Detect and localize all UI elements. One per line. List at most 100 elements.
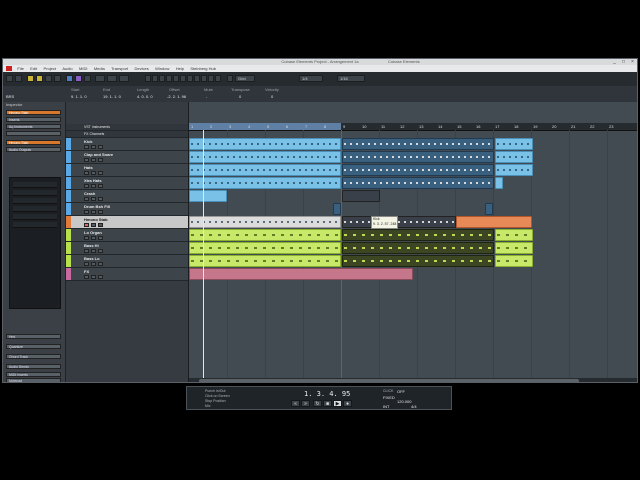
clip-lo-organ[interactable] bbox=[342, 229, 494, 241]
record-enable-button[interactable] bbox=[98, 171, 103, 175]
clip-xtra-hats[interactable] bbox=[495, 177, 503, 189]
inspector-inserts[interactable]: Inserts bbox=[6, 117, 61, 122]
tempo-button[interactable] bbox=[66, 75, 73, 82]
mute-tool[interactable] bbox=[180, 75, 186, 82]
mute-button[interactable] bbox=[84, 184, 89, 188]
clip-xtra-hats[interactable] bbox=[189, 177, 341, 189]
mute-button[interactable] bbox=[84, 236, 89, 240]
click-value[interactable]: OFF bbox=[397, 389, 405, 394]
solo-button[interactable] bbox=[91, 223, 96, 227]
record-transport-button[interactable]: ● bbox=[343, 400, 352, 407]
info-start-value[interactable]: 9. 1. 1. 0 bbox=[71, 94, 87, 99]
grid-type-select[interactable]: 1/4 bbox=[299, 75, 323, 82]
mute-button[interactable] bbox=[84, 223, 89, 227]
record-enable-button[interactable] bbox=[98, 197, 103, 201]
record-button[interactable] bbox=[119, 75, 129, 82]
constrain-delay-button[interactable] bbox=[15, 75, 22, 82]
clip-hats[interactable] bbox=[189, 164, 341, 176]
track-fx[interactable]: FX bbox=[66, 268, 188, 281]
mute-button[interactable] bbox=[84, 210, 89, 214]
record-enable-button[interactable] bbox=[98, 145, 103, 149]
solo-button[interactable] bbox=[91, 210, 96, 214]
track-xtra-hats[interactable]: Xtra Hats bbox=[66, 177, 188, 190]
horizontal-scrollbar[interactable] bbox=[189, 378, 637, 382]
snap-mode-select[interactable]: Grid bbox=[235, 75, 255, 82]
mute-button[interactable] bbox=[84, 197, 89, 201]
clip-kick[interactable] bbox=[189, 138, 341, 150]
inspector-empty-slot[interactable] bbox=[6, 131, 61, 136]
track-bass-lo[interactable]: Bass Lo bbox=[66, 255, 188, 268]
insert-slot[interactable] bbox=[13, 190, 57, 196]
clip-kick[interactable] bbox=[342, 138, 494, 150]
zoom-tool[interactable] bbox=[173, 75, 179, 82]
solo-button[interactable] bbox=[91, 184, 96, 188]
marker-button[interactable] bbox=[36, 75, 43, 82]
solo-button[interactable] bbox=[91, 275, 96, 279]
mute-button[interactable] bbox=[84, 275, 89, 279]
inspector-section-quantize[interactable]: Quantize bbox=[6, 344, 61, 349]
rewind-button[interactable]: « bbox=[291, 400, 300, 407]
split-tool[interactable] bbox=[152, 75, 158, 82]
clip-lo-organ[interactable] bbox=[495, 229, 533, 241]
quantize-select[interactable]: 1/16 bbox=[337, 75, 365, 82]
transport-time-display[interactable]: 1. 3. 4. 95 bbox=[304, 390, 350, 398]
menu-audio[interactable]: Audio bbox=[62, 65, 72, 72]
insert-slot[interactable] bbox=[13, 198, 57, 204]
record-enable-button[interactable] bbox=[98, 249, 103, 253]
info-transpose-value[interactable]: 0 bbox=[239, 94, 241, 99]
track-kick[interactable]: Kick bbox=[66, 138, 188, 151]
track-hmono-stab[interactable]: Hmono Stab bbox=[66, 216, 188, 229]
inspector-section-midi-inserts[interactable]: MIDI Inserts bbox=[6, 372, 61, 377]
solo-button[interactable] bbox=[91, 145, 96, 149]
solo-button[interactable] bbox=[91, 249, 96, 253]
record-enable-button[interactable] bbox=[98, 210, 103, 214]
transport-stop-position-label[interactable]: Stop Position bbox=[205, 399, 226, 403]
clip-bass-hi[interactable] bbox=[189, 242, 341, 254]
menu-project[interactable]: Project bbox=[44, 65, 56, 72]
clip-hats[interactable] bbox=[342, 164, 494, 176]
info-offset-value[interactable]: -2. 2. 1. 96 bbox=[167, 94, 186, 99]
transport-mix-label[interactable]: Mix bbox=[205, 404, 210, 408]
sync-value[interactable]: INT bbox=[383, 404, 389, 409]
inspector-section-chord-track[interactable]: Chord Track bbox=[6, 354, 61, 359]
record-enable-button[interactable] bbox=[98, 223, 103, 227]
clip-bass-lo[interactable] bbox=[189, 255, 341, 267]
timeline-ruler[interactable]: 1 2 3 4 5 6 7 8 9 10 11 12 13 14 15 16 1… bbox=[189, 123, 637, 131]
automation-mode-button[interactable] bbox=[27, 75, 34, 82]
insert-slot[interactable] bbox=[13, 214, 57, 220]
object-selection-tool[interactable] bbox=[145, 75, 151, 82]
insert-slot[interactable] bbox=[13, 206, 57, 212]
color-tool[interactable] bbox=[215, 75, 221, 82]
project-cursor[interactable] bbox=[203, 130, 204, 382]
play-button[interactable] bbox=[107, 75, 117, 82]
mute-button[interactable] bbox=[84, 145, 89, 149]
menu-midi[interactable]: MIDI bbox=[79, 65, 87, 72]
mute-button[interactable] bbox=[84, 262, 89, 266]
inspector-section-audio-sends[interactable]: Audio Sends bbox=[6, 364, 61, 369]
menu-window[interactable]: Window bbox=[155, 65, 169, 72]
inspector-section-notepad[interactable]: Notepad bbox=[6, 378, 61, 382]
draw-tool[interactable] bbox=[187, 75, 193, 82]
clip-xtra-hats[interactable] bbox=[342, 177, 494, 189]
time-warp-tool[interactable] bbox=[201, 75, 207, 82]
mute-button[interactable] bbox=[84, 171, 89, 175]
mute-button[interactable] bbox=[84, 158, 89, 162]
clip-kick[interactable] bbox=[495, 138, 533, 150]
solo-button[interactable] bbox=[91, 171, 96, 175]
clip-bass-lo[interactable] bbox=[342, 255, 494, 267]
stop-button[interactable] bbox=[95, 75, 105, 82]
inspector-section-hmi[interactable]: Hmi bbox=[6, 334, 61, 339]
play-tool[interactable] bbox=[208, 75, 214, 82]
track-lo-organ[interactable]: Lo Organ bbox=[66, 229, 188, 242]
record-enable-button[interactable] bbox=[98, 262, 103, 266]
record-enable-button[interactable] bbox=[98, 236, 103, 240]
inspector-instrument[interactable]: Aq Instruments bbox=[6, 124, 61, 129]
info-velocity-value[interactable]: 0 bbox=[271, 94, 273, 99]
transport-click-screen-label[interactable]: Click on Screen bbox=[205, 394, 230, 398]
activate-project-button[interactable] bbox=[6, 75, 13, 82]
forward-button[interactable]: » bbox=[301, 400, 310, 407]
record-enable-button[interactable] bbox=[98, 158, 103, 162]
solo-button[interactable] bbox=[91, 158, 96, 162]
clip-bass-hi[interactable] bbox=[495, 242, 533, 254]
inspector-audio-outputs[interactable]: Audio Outputs bbox=[6, 147, 61, 152]
